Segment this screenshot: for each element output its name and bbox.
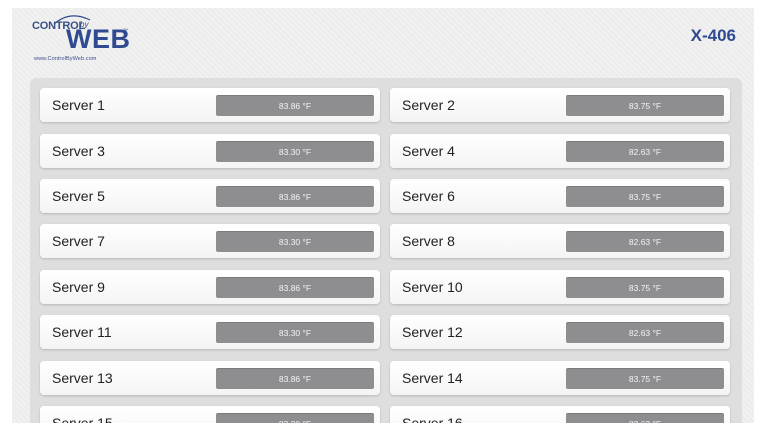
sensor-value: 82.63 °F	[566, 141, 724, 162]
sensor-label: Server 4	[402, 143, 455, 159]
sensor-label: Server 8	[402, 233, 455, 249]
sensor-value: 83.86 °F	[216, 277, 374, 298]
sensor-value: 83.30 °F	[216, 231, 374, 252]
sensor-value: 82.63 °F	[566, 322, 724, 343]
sensor-row: Server 12 82.63 °F	[390, 315, 730, 349]
sensor-label: Server 15	[52, 415, 113, 423]
sensor-row: Server 5 83.86 °F	[40, 179, 380, 213]
logo-url-text: www.ControlByWeb.com	[34, 56, 97, 62]
sensor-label: Server 5	[52, 188, 105, 204]
sensor-row: Server 9 83.86 °F	[40, 270, 380, 304]
sensor-label: Server 12	[402, 324, 463, 340]
device-screen: CONTROL by WEB ™ www.ControlByWeb.com X-…	[12, 8, 754, 423]
sensor-label: Server 11	[52, 324, 112, 340]
sensor-value: 83.30 °F	[216, 322, 374, 343]
sensor-label: Server 10	[402, 279, 463, 295]
sensor-label: Server 2	[402, 97, 455, 113]
sensor-label: Server 7	[52, 233, 105, 249]
sensor-row: Server 14 83.75 °F	[390, 361, 730, 395]
device-model: X-406	[690, 26, 736, 45]
sensor-label: Server 9	[52, 279, 105, 295]
sensor-row: Server 2 83.75 °F	[390, 88, 730, 122]
sensor-value: 83.75 °F	[566, 95, 724, 116]
sensor-row: Server 10 83.75 °F	[390, 270, 730, 304]
sensor-label: Server 3	[52, 143, 105, 159]
sensor-row: Server 3 83.30 °F	[40, 134, 380, 168]
sensor-row: Server 13 83.86 °F	[40, 361, 380, 395]
sensor-value: 83.86 °F	[216, 368, 374, 389]
sensor-value: 83.86 °F	[216, 186, 374, 207]
logo-web-text: WEB	[66, 24, 131, 54]
sensor-label: Server 16	[402, 415, 463, 423]
sensor-value: 82.63 °F	[566, 231, 724, 252]
sensor-row: Server 11 83.30 °F	[40, 315, 380, 349]
sensor-value: 83.75 °F	[566, 368, 724, 389]
sensor-label: Server 13	[52, 370, 113, 386]
sensor-value: 83.30 °F	[216, 413, 374, 423]
sensor-row: Server 16 82.63 °F	[390, 406, 730, 423]
sensor-row: Server 6 83.75 °F	[390, 179, 730, 213]
sensor-value: 83.75 °F	[566, 186, 724, 207]
sensor-row: Server 4 82.63 °F	[390, 134, 730, 168]
sensor-value: 83.30 °F	[216, 141, 374, 162]
sensor-row: Server 1 83.86 °F	[40, 88, 380, 122]
sensor-value: 83.75 °F	[566, 277, 724, 298]
controlbyweb-logo: CONTROL by WEB ™ www.ControlByWeb.com	[32, 12, 142, 72]
sensor-label: Server 14	[402, 370, 463, 386]
logo-trademark: ™	[123, 28, 128, 34]
sensor-label: Server 1	[52, 97, 105, 113]
sensor-value: 82.63 °F	[566, 413, 724, 423]
sensor-row: Server 8 82.63 °F	[390, 224, 730, 258]
sensor-row: Server 15 83.30 °F	[40, 406, 380, 423]
sensor-label: Server 6	[402, 188, 455, 204]
sensor-value: 83.86 °F	[216, 95, 374, 116]
sensor-panel: Server 1 83.86 °F Server 2 83.75 °F Serv…	[30, 78, 742, 423]
sensor-row: Server 7 83.30 °F	[40, 224, 380, 258]
